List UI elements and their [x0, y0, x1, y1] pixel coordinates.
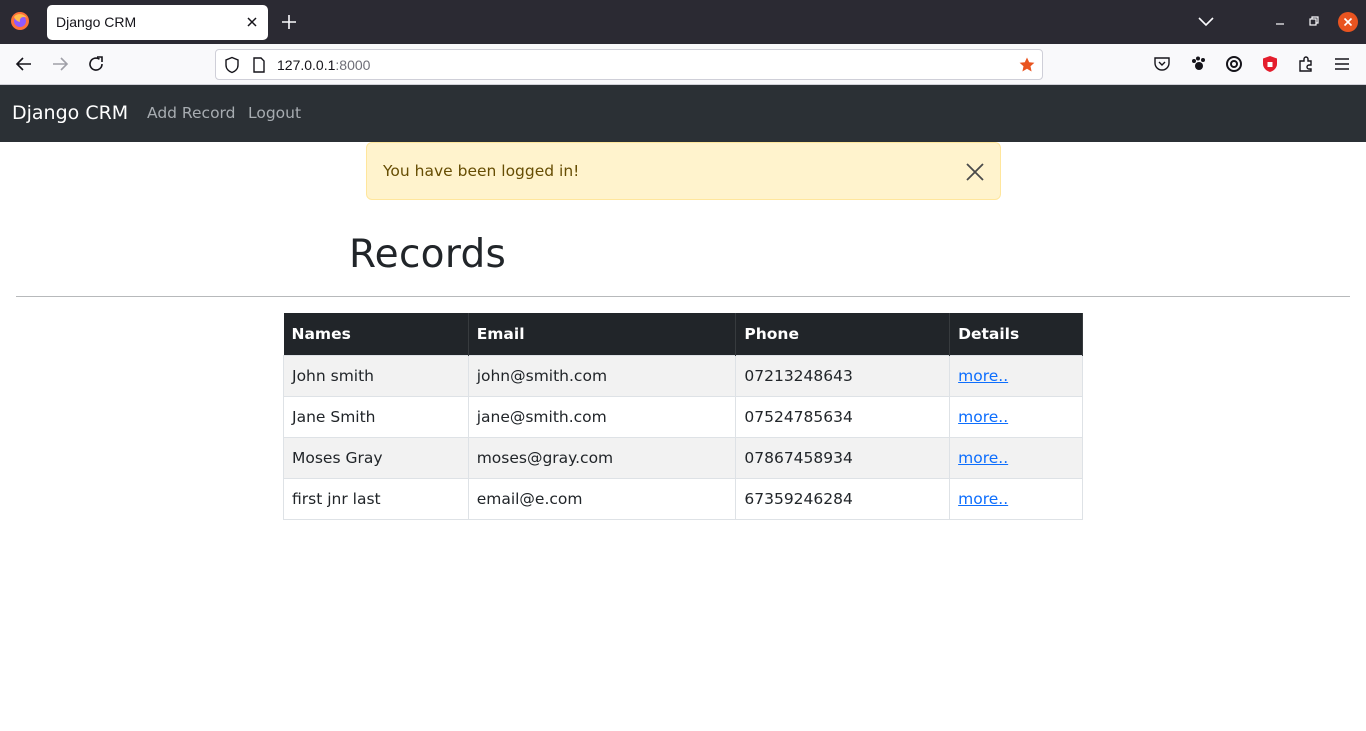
- cell-email: moses@gray.com: [467, 436, 737, 479]
- ublock-shield-icon[interactable]: [1261, 55, 1279, 73]
- cell-details: more..: [949, 477, 1083, 520]
- extension-ring-icon[interactable]: [1225, 55, 1243, 73]
- browser-tab[interactable]: Django CRM: [47, 5, 268, 40]
- bookmark-star-icon[interactable]: [1018, 56, 1036, 74]
- new-tab-icon[interactable]: [280, 13, 298, 31]
- pocket-icon[interactable]: [1153, 55, 1171, 73]
- firefox-icon[interactable]: [10, 11, 30, 31]
- table-row: Jane Smith jane@smith.com 07524785634 mo…: [283, 395, 1083, 438]
- table-header-row: Names Email Phone Details: [283, 313, 1083, 355]
- forward-arrow-icon[interactable]: [50, 54, 70, 74]
- cell-email: john@smith.com: [467, 354, 737, 397]
- column-header-email: Email: [468, 313, 737, 355]
- cell-name: Moses Gray: [283, 436, 469, 479]
- cell-details: more..: [949, 354, 1083, 397]
- divider: [16, 296, 1350, 297]
- cell-name: John smith: [283, 354, 469, 397]
- cell-details: more..: [949, 436, 1083, 479]
- login-alert: You have been logged in!: [366, 142, 1001, 200]
- cell-phone: 07524785634: [735, 395, 951, 438]
- close-icon: [1343, 17, 1353, 27]
- brand-link[interactable]: Django CRM: [12, 102, 128, 124]
- reload-icon[interactable]: [86, 54, 106, 74]
- window-close-button[interactable]: [1338, 12, 1358, 32]
- browser-tab-bar: Django CRM: [0, 0, 1366, 44]
- url-text: 127.0.0.1:8000: [277, 57, 370, 73]
- column-header-phone: Phone: [735, 313, 951, 355]
- nav-logout-link[interactable]: Logout: [248, 104, 301, 122]
- nav-add-record-link[interactable]: Add Record: [147, 104, 236, 122]
- minimize-icon[interactable]: [1273, 14, 1287, 28]
- table-row: Moses Gray moses@gray.com 07867458934 mo…: [283, 436, 1083, 479]
- menu-icon[interactable]: [1333, 55, 1351, 73]
- cell-name: first jnr last: [283, 477, 469, 520]
- back-arrow-icon[interactable]: [14, 54, 34, 74]
- cell-phone: 07867458934: [735, 436, 951, 479]
- column-header-names: Names: [283, 313, 469, 355]
- cell-phone: 67359246284: [735, 477, 951, 520]
- cell-details: more..: [949, 395, 1083, 438]
- cell-phone: 07213248643: [735, 354, 951, 397]
- url-host: 127.0.0.1: [277, 57, 336, 73]
- close-tab-icon[interactable]: [244, 14, 260, 30]
- url-bar[interactable]: 127.0.0.1:8000: [215, 49, 1043, 80]
- tab-title: Django CRM: [56, 14, 137, 30]
- shield-icon[interactable]: [224, 56, 240, 74]
- page-title: Records: [349, 232, 507, 277]
- table-row: first jnr last email@e.com 67359246284 m…: [283, 477, 1083, 520]
- url-port: :8000: [335, 57, 371, 73]
- chevron-down-icon[interactable]: [1197, 14, 1215, 30]
- cell-email: email@e.com: [467, 477, 737, 520]
- extensions-puzzle-icon[interactable]: [1297, 55, 1315, 73]
- restore-icon[interactable]: [1307, 14, 1321, 28]
- records-table: Names Email Phone Details John smith joh…: [283, 313, 1083, 520]
- more-details-link[interactable]: more..: [958, 408, 1008, 426]
- extension-paw-icon[interactable]: [1189, 55, 1207, 73]
- more-details-link[interactable]: more..: [958, 490, 1008, 508]
- browser-toolbar: 127.0.0.1:8000: [0, 44, 1366, 85]
- more-details-link[interactable]: more..: [958, 367, 1008, 385]
- alert-message: You have been logged in!: [383, 162, 580, 180]
- cell-name: Jane Smith: [283, 395, 469, 438]
- table-row: John smith john@smith.com 07213248643 mo…: [283, 354, 1083, 397]
- app-navbar: Django CRM Add Record Logout: [0, 85, 1366, 142]
- column-header-details: Details: [949, 313, 1083, 355]
- more-details-link[interactable]: more..: [958, 449, 1008, 467]
- cell-email: jane@smith.com: [467, 395, 737, 438]
- close-icon[interactable]: [965, 162, 985, 182]
- page-info-icon[interactable]: [251, 56, 267, 74]
